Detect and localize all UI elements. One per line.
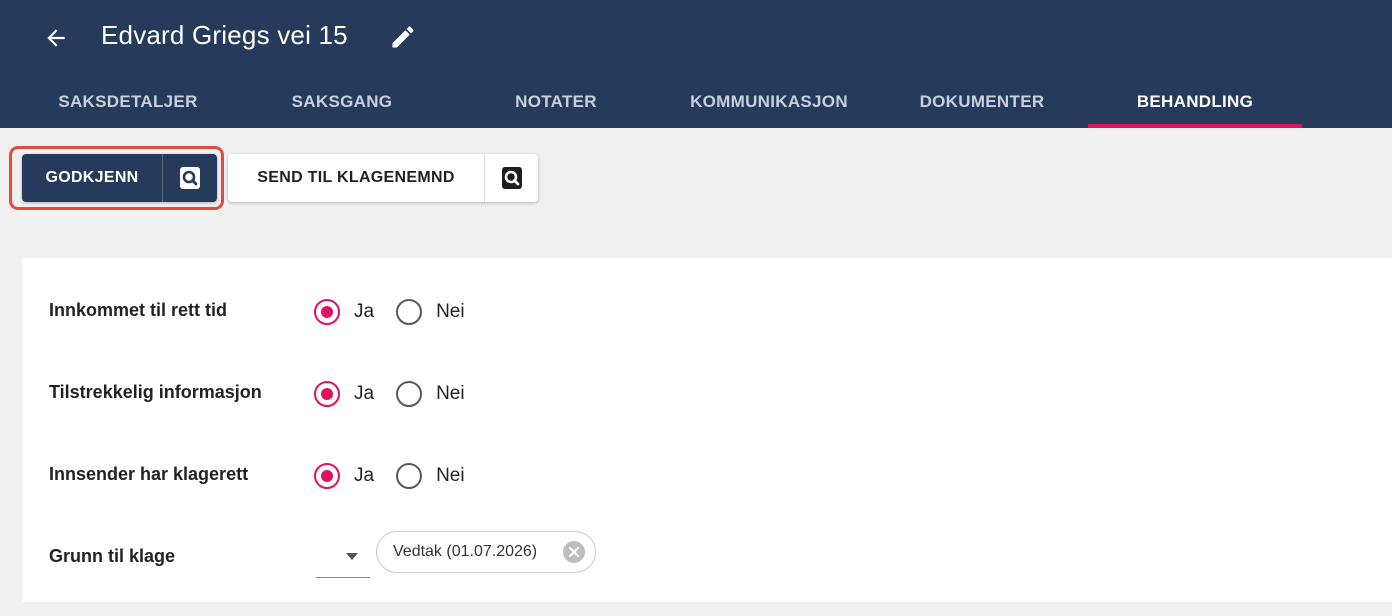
approve-split-button: GODKJENN xyxy=(22,154,217,202)
reason-select[interactable] xyxy=(316,538,370,578)
radio-checked[interactable] xyxy=(314,381,340,407)
tab-saksdetaljer[interactable]: SAKSDETALJER xyxy=(30,80,226,128)
approve-preview-button[interactable] xyxy=(163,154,217,202)
radio-option-ja[interactable]: Ja xyxy=(314,381,374,407)
radio-checked[interactable] xyxy=(314,299,340,325)
send-split-button: SEND TIL KLAGENEMND xyxy=(228,154,538,202)
pencil-icon xyxy=(392,26,414,48)
page-title: Edvard Griegs vei 15 xyxy=(101,20,348,50)
chip-label: Vedtak (01.07.2026) xyxy=(393,543,538,560)
form-row-right-to-appeal: Innsender har klagerett Ja Nei xyxy=(22,456,1392,496)
tab-dokumenter[interactable]: DOKUMENTER xyxy=(884,80,1080,128)
tab-saksgang[interactable]: SAKSGANG xyxy=(244,80,440,128)
tab-behandling[interactable]: BEHANDLING xyxy=(1096,80,1294,128)
back-button[interactable] xyxy=(40,22,72,54)
send-to-board-button[interactable]: SEND TIL KLAGENEMND xyxy=(228,154,484,202)
field-label: Innsender har klagerett xyxy=(49,464,249,484)
form-row-timely: Innkommet til rett tid Ja Nei xyxy=(22,292,1392,332)
radio-unchecked[interactable] xyxy=(396,463,423,489)
radio-label: Ja xyxy=(354,383,375,404)
radio-option-nei[interactable]: Nei xyxy=(396,299,465,325)
radio-label: Ja xyxy=(354,465,375,486)
radio-group-timely: Ja Nei xyxy=(314,298,487,326)
arrow-left-icon xyxy=(47,29,65,47)
app-bar: Edvard Griegs vei 15 SAKSDETALJER SAKSGA… xyxy=(0,0,1392,128)
radio-label: Nei xyxy=(436,383,465,404)
field-label: Grunn til klage xyxy=(49,546,176,566)
document-search-icon xyxy=(180,167,200,189)
radio-option-nei[interactable]: Nei xyxy=(396,463,465,489)
tab-kommunikasjon[interactable]: KOMMUNIKASJON xyxy=(668,80,870,128)
field-label: Tilstrekkelig informasjon xyxy=(49,382,262,402)
radio-unchecked[interactable] xyxy=(396,381,423,407)
radio-checked[interactable] xyxy=(314,463,340,489)
active-tab-indicator xyxy=(1088,124,1302,128)
form-row-information: Tilstrekkelig informasjon Ja Nei xyxy=(22,374,1392,414)
tab-notater[interactable]: NOTATER xyxy=(458,80,654,128)
radio-label: Ja xyxy=(354,301,375,322)
radio-label: Nei xyxy=(436,465,465,486)
edit-title-button[interactable] xyxy=(386,20,420,54)
field-label: Innkommet til rett tid xyxy=(49,300,228,320)
document-search-icon xyxy=(501,167,522,189)
form-row-reason: Grunn til klage Vedtak (01.07.2026) xyxy=(22,531,1392,578)
radio-group-right-to-appeal: Ja Nei xyxy=(314,462,487,490)
radio-unchecked[interactable] xyxy=(396,299,423,325)
chip-remove-button[interactable] xyxy=(563,541,585,563)
radio-option-ja[interactable]: Ja xyxy=(314,463,374,489)
approve-button[interactable]: GODKJENN xyxy=(22,154,162,202)
action-bar: GODKJENN SEND TIL KLAGENEMND xyxy=(0,140,1392,220)
assessment-form: Innkommet til rett tid Ja Nei Tilstrekke… xyxy=(22,258,1392,602)
radio-group-information: Ja Nei xyxy=(314,380,487,408)
reason-chip: Vedtak (01.07.2026) xyxy=(376,531,596,573)
close-icon xyxy=(568,546,580,558)
radio-option-ja[interactable]: Ja xyxy=(314,299,374,325)
title-row: Edvard Griegs vei 15 xyxy=(0,0,1392,72)
send-preview-button[interactable] xyxy=(485,154,538,202)
radio-option-nei[interactable]: Nei xyxy=(396,381,465,407)
radio-label: Nei xyxy=(436,301,465,322)
tab-bar: SAKSDETALJER SAKSGANG NOTATER KOMMUNIKAS… xyxy=(0,80,1392,128)
chevron-down-icon xyxy=(346,553,358,560)
